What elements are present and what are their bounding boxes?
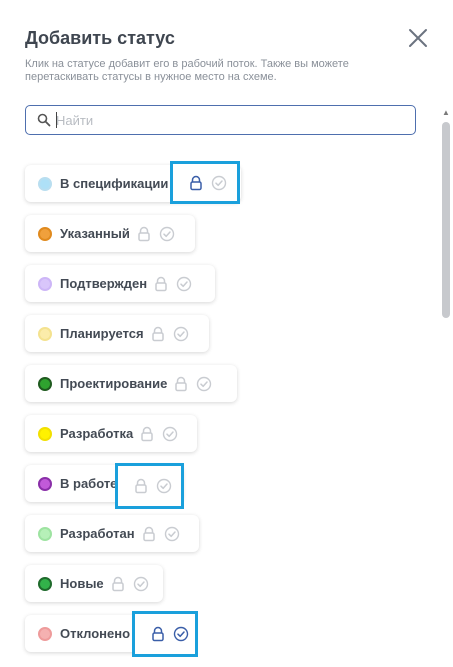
- status-label: В работе: [60, 476, 118, 491]
- status-color-dot-icon: [38, 576, 52, 591]
- panel-title: Добавить статус: [25, 28, 175, 48]
- add-status-panel: Добавить статус Клик на статусе добавит …: [0, 0, 453, 667]
- check-circle-icon[interactable]: [133, 576, 149, 592]
- check-circle-icon[interactable]: [176, 276, 192, 292]
- lock-icon[interactable]: [141, 526, 157, 542]
- status-color-dot-icon: [38, 176, 52, 191]
- lock-icon[interactable]: [173, 376, 189, 392]
- lock-icon[interactable]: [153, 276, 169, 292]
- highlight-box: [132, 611, 198, 657]
- status-label: Новые: [60, 576, 104, 591]
- check-circle-icon[interactable]: [173, 626, 189, 642]
- status-label: В спецификации: [60, 176, 169, 191]
- status-item[interactable]: Разработан: [25, 515, 199, 552]
- close-icon[interactable]: [406, 26, 430, 50]
- status-color-dot-icon: [38, 276, 52, 291]
- status-item[interactable]: Новые: [25, 565, 163, 602]
- lock-icon[interactable]: [150, 326, 166, 342]
- status-label: Подтвержден: [60, 276, 148, 291]
- lock-icon[interactable]: [139, 426, 155, 442]
- status-label: Разработка: [60, 426, 134, 441]
- search-icon: [37, 113, 51, 127]
- check-circle-icon[interactable]: [159, 226, 175, 242]
- check-circle-icon[interactable]: [164, 526, 180, 542]
- status-item[interactable]: Проектирование: [25, 365, 237, 402]
- status-item[interactable]: Планируется: [25, 315, 209, 352]
- status-label: Отклонено: [60, 626, 131, 641]
- check-circle-icon[interactable]: [196, 376, 212, 392]
- status-color-dot-icon: [38, 376, 52, 391]
- status-label: Указанный: [60, 226, 130, 241]
- search-box[interactable]: [25, 105, 416, 135]
- status-color-dot-icon: [38, 426, 52, 441]
- status-color-dot-icon: [38, 626, 52, 641]
- lock-icon[interactable]: [150, 626, 166, 642]
- scrollbar[interactable]: ▲: [441, 108, 451, 653]
- highlight-box: [115, 463, 184, 509]
- scrollbar-thumb[interactable]: [442, 122, 450, 318]
- lock-icon[interactable]: [136, 226, 152, 242]
- search-input[interactable]: [56, 110, 396, 130]
- lock-icon[interactable]: [110, 576, 126, 592]
- check-circle-icon[interactable]: [156, 478, 172, 494]
- status-item[interactable]: Подтвержден: [25, 265, 215, 302]
- status-label: Разработан: [60, 526, 135, 541]
- check-circle-icon[interactable]: [173, 326, 189, 342]
- status-item[interactable]: Указанный: [25, 215, 195, 252]
- status-color-dot-icon: [38, 226, 52, 241]
- status-item[interactable]: Разработка: [25, 415, 197, 452]
- check-circle-icon[interactable]: [211, 175, 227, 191]
- text-cursor: [56, 112, 57, 128]
- highlight-box: [170, 161, 240, 204]
- lock-icon[interactable]: [188, 175, 204, 191]
- check-circle-icon[interactable]: [162, 426, 178, 442]
- status-color-dot-icon: [38, 526, 52, 541]
- scroll-up-arrow-icon[interactable]: ▲: [441, 108, 451, 118]
- status-color-dot-icon: [38, 476, 52, 491]
- status-color-dot-icon: [38, 326, 52, 341]
- status-label: Планируется: [60, 326, 144, 341]
- lock-icon[interactable]: [133, 478, 149, 494]
- status-label: Проектирование: [60, 376, 168, 391]
- panel-description: Клик на статусе добавит его в рабочий по…: [25, 58, 349, 83]
